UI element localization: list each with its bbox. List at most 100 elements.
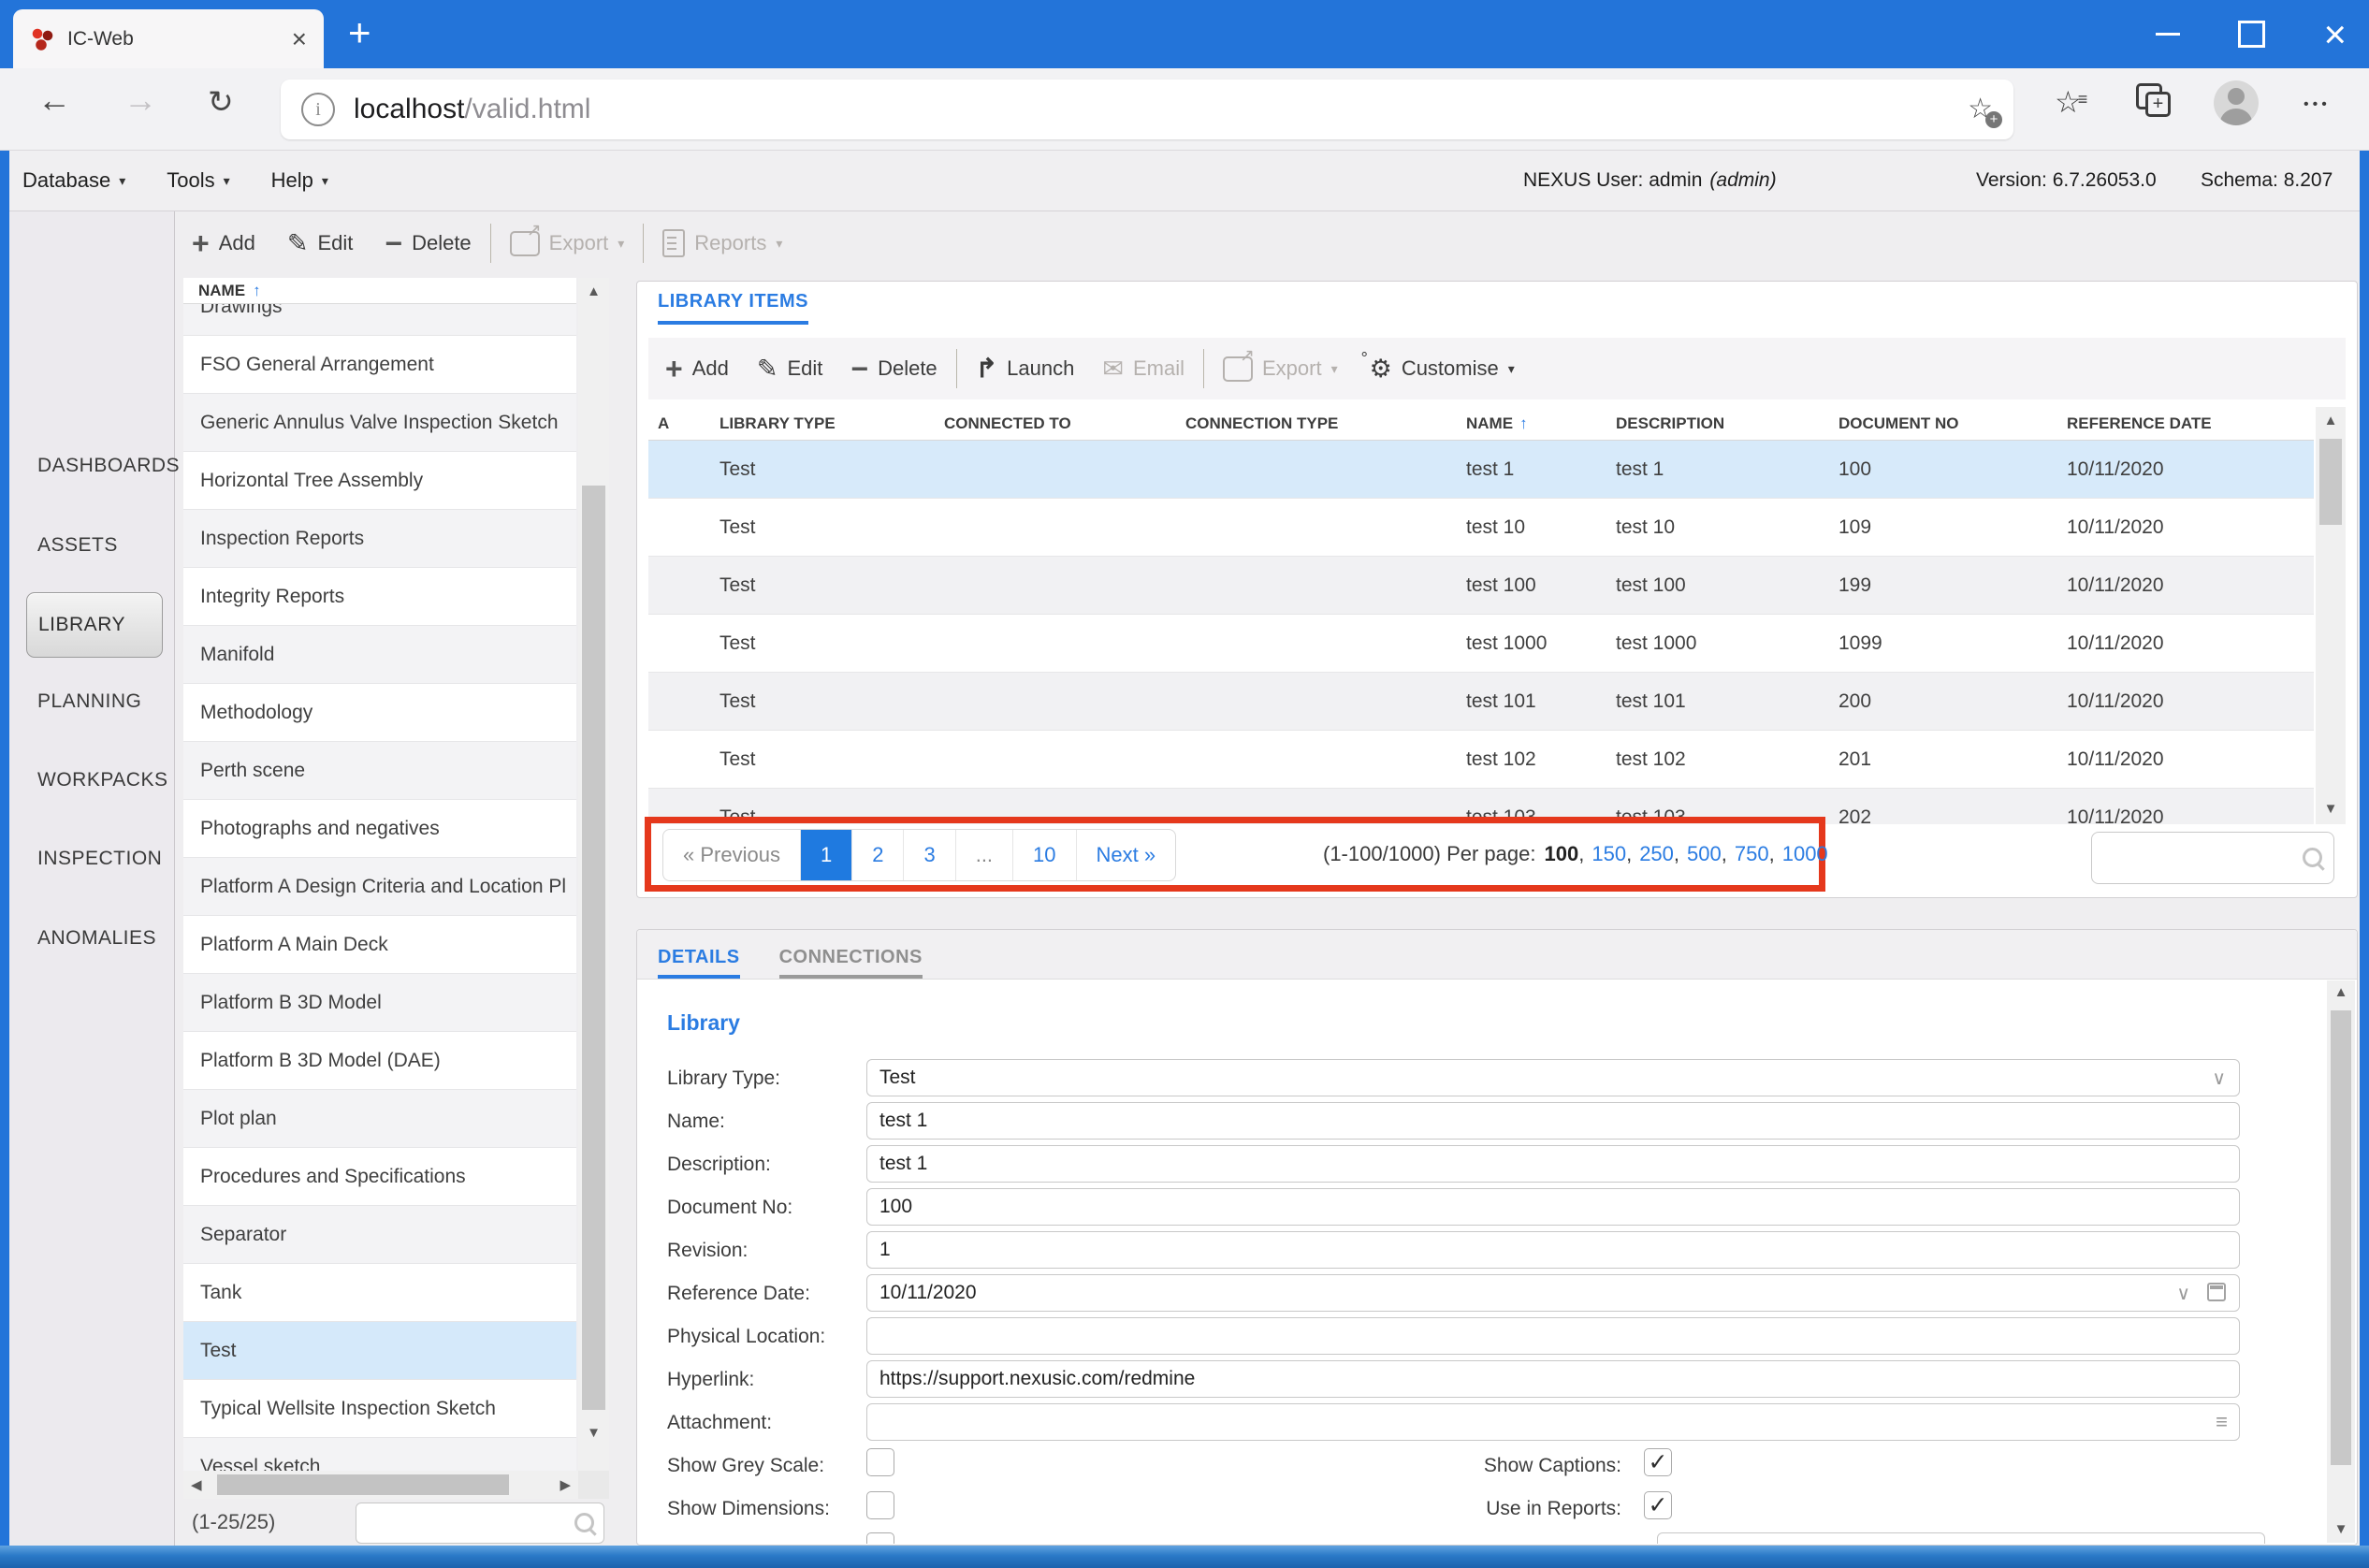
sidebar-item-planning[interactable]: PLANNING [37, 690, 141, 713]
details-vertical-scrollbar[interactable]: ▲ ▼ [2327, 980, 2355, 1543]
table-search-input[interactable] [2091, 832, 2334, 884]
field-description[interactable]: test 1 [866, 1145, 2240, 1183]
per-page-option-250[interactable]: 250 [1639, 842, 1674, 866]
table-row-test-1000[interactable]: Test test 1000 test 1000 1099 10/11/2020 [648, 615, 2314, 673]
pagination-next[interactable]: Next » [1077, 830, 1176, 880]
browser-menu-icon[interactable]: ••• [2304, 96, 2331, 113]
scroll-up-icon[interactable]: ▲ [578, 283, 609, 299]
field-physical-location[interactable] [866, 1317, 2240, 1355]
scrollbar-thumb[interactable] [217, 1474, 509, 1495]
minimize-button[interactable] [2156, 33, 2181, 36]
items-export-button[interactable]: Export ▾ [1222, 345, 1338, 382]
site-info-icon[interactable]: i [301, 93, 335, 126]
sidebar-item-workpacks[interactable]: WORKPACKS [37, 769, 167, 791]
per-page-option-1000[interactable]: 1000 [1782, 842, 1828, 866]
tree-item-platform-b-3d-model-dae[interactable]: Platform B 3D Model (DAE) [183, 1032, 576, 1090]
field-attachment[interactable]: ≡ [866, 1403, 2240, 1441]
address-bar[interactable]: i localhost /valid.html ☆ [281, 80, 2013, 139]
items-delete-button[interactable]: − Delete [850, 354, 937, 384]
tree-vertical-scrollbar[interactable]: ▲ ▼ [578, 278, 609, 1471]
per-page-option-150[interactable]: 150 [1591, 842, 1626, 866]
field-library-type[interactable]: Test ∨ [866, 1059, 2240, 1096]
tree-column-header[interactable]: NAME ↑ [183, 278, 576, 304]
tree-item-fso-general-arrangement[interactable]: FSO General Arrangement [183, 336, 576, 394]
per-page-option-500[interactable]: 500 [1687, 842, 1722, 866]
field-name[interactable]: test 1 [866, 1102, 2240, 1140]
items-customise-button[interactable]: ⚙ Customise ▾ [1361, 350, 1515, 382]
table-row-test-1[interactable]: Test test 1 test 1 100 10/11/2020 [648, 441, 2314, 499]
menu-database[interactable]: Database ▾ [22, 168, 125, 193]
column-header-reference-date[interactable]: REFERENCE DATE [2057, 414, 2314, 433]
tree-reports-button[interactable]: Reports ▾ [662, 229, 782, 257]
column-header-document-no[interactable]: DOCUMENT NO [1829, 414, 2057, 433]
tree-item-platform-b-3d-model[interactable]: Platform B 3D Model [183, 974, 576, 1032]
checkbox-use-in-reports[interactable]: ✓ [1644, 1491, 1672, 1519]
menu-help[interactable]: Help ▾ [271, 168, 328, 193]
items-edit-button[interactable]: ✎ Edit [757, 356, 823, 382]
field-hyperlink[interactable]: https://support.nexusic.com/redmine [866, 1360, 2240, 1398]
table-row-test-100[interactable]: Test test 100 test 100 199 10/11/2020 [648, 557, 2314, 615]
per-page-current[interactable]: 100 [1545, 842, 1579, 866]
tree-horizontal-scrollbar[interactable]: ◀ ▶ [183, 1471, 578, 1499]
tree-item-procedures-and-specifications[interactable]: Procedures and Specifications [183, 1148, 576, 1206]
maximize-button[interactable] [2238, 21, 2266, 48]
partial-checkbox[interactable] [866, 1532, 894, 1544]
table-vertical-scrollbar[interactable]: ▲ ▼ [2316, 407, 2346, 824]
browser-tab[interactable]: IC-Web × [13, 9, 324, 68]
scrollbar-thumb[interactable] [582, 486, 605, 1410]
menu-tools[interactable]: Tools ▾ [167, 168, 229, 193]
scroll-down-icon[interactable]: ▼ [2327, 1521, 2355, 1537]
tree-item-drawings[interactable]: Drawings [183, 304, 576, 336]
pagination-page-3[interactable]: 3 [904, 830, 956, 880]
tree-item-photographs-and-negatives[interactable]: Photographs and negatives [183, 800, 576, 858]
tab-details[interactable]: DETAILS [658, 947, 740, 979]
table-row-test-10[interactable]: Test test 10 test 10 109 10/11/2020 [648, 499, 2314, 557]
scroll-down-icon[interactable]: ▼ [578, 1425, 609, 1441]
field-revision[interactable]: 1 [866, 1231, 2240, 1269]
column-header-library-type[interactable]: LIBRARY TYPE [710, 414, 935, 433]
scroll-right-icon[interactable]: ▶ [560, 1476, 571, 1493]
reload-icon[interactable]: ↻ [208, 86, 234, 117]
items-email-button[interactable]: ✉ Email [1102, 356, 1184, 382]
tree-item-inspection-reports[interactable]: Inspection Reports [183, 510, 576, 568]
sidebar-item-library-selected[interactable]: LIBRARY [26, 592, 163, 658]
tree-item-manifold[interactable]: Manifold [183, 626, 576, 684]
tab-library-items[interactable]: LIBRARY ITEMS [658, 291, 808, 325]
scroll-up-icon[interactable]: ▲ [2316, 413, 2346, 428]
column-header-connection-type[interactable]: CONNECTION TYPE [1176, 414, 1457, 433]
pagination-previous[interactable]: « Previous [663, 830, 801, 880]
tree-item-test[interactable]: Test [183, 1322, 576, 1380]
tree-item-methodology[interactable]: Methodology [183, 684, 576, 742]
tree-item-platform-a-design-criteria-and-location-pl[interactable]: Platform A Design Criteria and Location … [183, 858, 576, 916]
tree-add-button[interactable]: + Add [192, 228, 255, 258]
tab-connections[interactable]: CONNECTIONS [778, 947, 923, 979]
tree-item-horizontal-tree-assembly[interactable]: Horizontal Tree Assembly [183, 452, 576, 510]
tab-close-icon[interactable]: × [292, 25, 307, 52]
tree-search-input[interactable] [356, 1503, 604, 1544]
column-header-connected-to[interactable]: CONNECTED TO [935, 414, 1176, 433]
per-page-option-750[interactable]: 750 [1735, 842, 1769, 866]
collections-icon[interactable]: + [2136, 83, 2171, 117]
new-tab-button[interactable]: + [348, 13, 371, 52]
tree-item-vessel-sketch[interactable]: Vessel sketch [183, 1438, 576, 1471]
scroll-down-icon[interactable]: ▼ [2316, 801, 2346, 817]
pagination-page-2[interactable]: 2 [852, 830, 905, 880]
tree-item-separator[interactable]: Separator [183, 1206, 576, 1264]
tree-edit-button[interactable]: ✎ Edit [287, 230, 354, 256]
table-row-test-101[interactable]: Test test 101 test 101 200 10/11/2020 [648, 673, 2314, 731]
tree-item-perth-scene[interactable]: Perth scene [183, 742, 576, 800]
back-icon[interactable]: ← [37, 83, 71, 117]
column-header-description[interactable]: DESCRIPTION [1606, 414, 1829, 433]
column-header-name[interactable]: NAME ↑ [1457, 414, 1606, 433]
field-reference-date[interactable]: 10/11/2020 ∨ [866, 1274, 2240, 1312]
tree-item-generic-annulus-valve-inspection-sketch[interactable]: Generic Annulus Valve Inspection Sketch [183, 394, 576, 452]
checkbox-show-captions[interactable]: ✓ [1644, 1448, 1672, 1476]
checkbox-show-dimensions[interactable] [866, 1491, 894, 1519]
partial-input[interactable] [1657, 1532, 2265, 1544]
scrollbar-thumb[interactable] [2319, 439, 2342, 525]
add-favorite-icon[interactable]: ☆ [1968, 95, 2002, 128]
checkbox-show-grey-scale[interactable] [866, 1448, 894, 1476]
tree-item-typical-wellsite-inspection-sketch[interactable]: Typical Wellsite Inspection Sketch [183, 1380, 576, 1438]
sidebar-item-anomalies[interactable]: ANOMALIES [37, 927, 156, 950]
scroll-up-icon[interactable]: ▲ [2327, 984, 2355, 1000]
